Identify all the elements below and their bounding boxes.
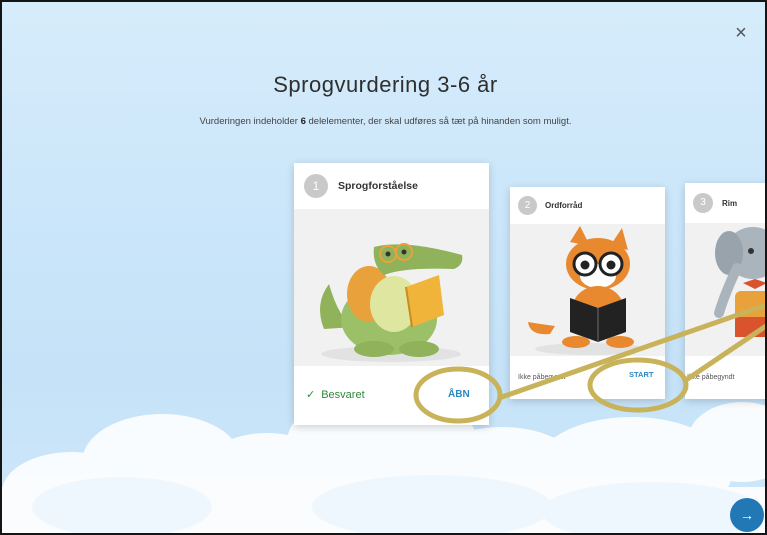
status-label: Ikke påbegyndt [518,374,566,381]
card-header: 2 Ordforråd [510,187,665,224]
start-button[interactable]: START [629,370,653,379]
status-answered: ✓ Besvaret [306,388,365,402]
card-number: 1 [304,174,328,198]
card-number: 2 [518,196,537,215]
checkmark-icon: ✓ [306,389,316,401]
status-label: Besvaret [321,388,365,401]
card-number: 3 [693,193,713,213]
assessment-dialog: × Sprogvurdering 3-6 år Vurderingen inde… [0,0,767,535]
status-label: Ikke påbegyndt [687,374,735,381]
subtitle-text: Vurderingen indeholder [199,116,301,127]
card-footer: Ikke påbegyndt [685,356,765,399]
page-title: Sprogvurdering 3-6 år [273,72,498,97]
card-sprogforstaaelse[interactable]: 1 Sprogforståelse ✓ Besvaret ÅBN [294,163,489,425]
card-footer: Ikke påbegyndt START [510,356,665,399]
card-footer: ✓ Besvaret ÅBN [294,366,489,425]
arrow-right-icon[interactable]: → [730,498,764,532]
card-header: 3 Rim [685,183,765,223]
card-rim[interactable]: 3 Rim Ikke påbegyndt [685,183,765,399]
close-icon[interactable]: × [730,22,752,44]
page-subtitle: Vurderingen indeholder 6 delelementer, d… [2,116,765,127]
card-ordforraad[interactable]: 2 Ordforråd Ikke påbegyndt START [510,187,665,399]
card-title: Ordforråd [545,201,583,210]
card-title: Sprogforståelse [338,180,418,192]
card-header: 1 Sprogforståelse [294,163,489,209]
fox-illustration [510,224,665,356]
subtitle-text-end: delelementer, der skal udføres så tæt på… [305,116,572,127]
elephant-illustration [685,223,765,356]
card-title: Rim [722,198,738,208]
open-button[interactable]: ÅBN [448,389,470,400]
crocodile-illustration [294,209,489,366]
